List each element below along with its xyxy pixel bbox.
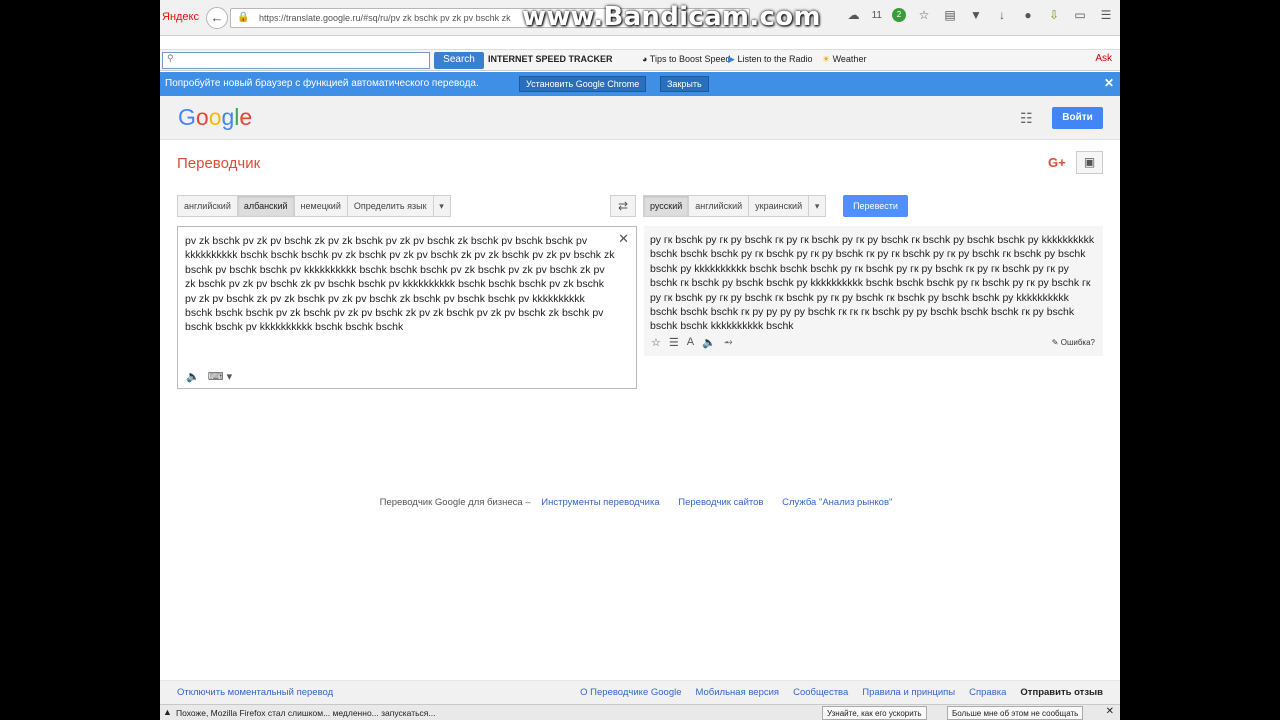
chevron-down-icon[interactable]: ▾ (434, 196, 450, 216)
page-title: Переводчик (177, 155, 261, 172)
star-icon[interactable]: ☆ (916, 8, 932, 22)
target-language-bar: русский английский украинский ▾ (643, 195, 827, 217)
menu-icon[interactable]: ☰ (1098, 8, 1114, 22)
search-icon: ⚲ (167, 53, 174, 63)
target-lang-english[interactable]: английский (689, 196, 750, 216)
download-icon[interactable]: ↓ (994, 8, 1010, 22)
signin-button[interactable]: Войти (1052, 107, 1103, 129)
cloud-count: 11 (871, 9, 882, 21)
ask-logo[interactable]: Ask (1095, 53, 1112, 64)
pencil-icon: ✎ (1051, 338, 1059, 347)
clipboard-icon[interactable]: ▤ (942, 8, 958, 22)
address-url: https://translate.google.ru/#sq/ru/pv zk… (259, 13, 511, 23)
source-textarea[interactable]: pv zk bschk pv zk pv bschk zk pv zk bsch… (177, 226, 637, 389)
speed-tracker-link[interactable]: INTERNET SPEED TRACKER (488, 54, 613, 64)
source-text[interactable]: pv zk bschk pv zk pv bschk zk pv zk bsch… (185, 234, 615, 335)
footer-links: О Переводчике Google Мобильная версия Со… (580, 687, 1103, 698)
apps-grid-icon[interactable]: ☷ (1020, 110, 1033, 127)
source-lang-german[interactable]: немецкий (295, 196, 348, 216)
play-icon: ▶ (728, 54, 735, 64)
speedup-button[interactable]: Узнайте, как его ускорить (822, 706, 927, 720)
close-icon[interactable]: ✕ (1104, 76, 1114, 90)
result-panel: ру гк bschk ру гк ру bschk гк ру гк bsch… (644, 226, 1103, 356)
browser-window: Яндекс ← 🔒 https://translate.google.ru/#… (160, 0, 1120, 720)
gplus-button[interactable]: G+ (1048, 155, 1066, 170)
source-lang-detect[interactable]: Определить язык (348, 196, 434, 216)
chevron-down-icon[interactable]: ▾ (809, 196, 825, 216)
back-button[interactable]: ← (206, 7, 228, 29)
promo-text: Попробуйте новый браузер с функцией авто… (165, 78, 479, 89)
notification-message: Похоже, Mozilla Firefox стал слишком... … (176, 708, 436, 718)
google-logo[interactable]: Google (178, 104, 252, 131)
search-toolbar: ⚲ Search INTERNET SPEED TRACKER ◕ Tips t… (160, 49, 1120, 71)
keyboard-icon[interactable]: ⌨ ▾ (208, 370, 232, 383)
pocket-icon[interactable]: ▼ (968, 8, 984, 22)
speaker-icon[interactable]: 🔈 (186, 370, 200, 383)
disable-instant-link[interactable]: Отключить моментальный перевод (177, 687, 333, 698)
phrasebook-icon[interactable]: ▣ (1076, 151, 1103, 174)
tips-link[interactable]: ◕ Tips to Boost Speed (642, 54, 731, 64)
toolbar-search-input[interactable]: ⚲ (162, 52, 430, 69)
footer-link-help[interactable]: Справка (969, 687, 1006, 698)
notification-badge[interactable]: 2 (892, 8, 906, 22)
close-icon[interactable]: ✕ (1106, 706, 1114, 717)
firefox-notification-bar: ▲ Похоже, Mozilla Firefox стал слишком..… (160, 704, 1120, 720)
result-text: ру гк bschk ру гк ру bschk гк ру гк bsch… (650, 234, 1095, 333)
cloud-icon[interactable]: ☁ (846, 8, 862, 22)
sidebar-icon[interactable]: ▭ (1072, 8, 1088, 22)
footer-link-policies[interactable]: Правила и принципы (862, 687, 955, 698)
business-prefix: Переводчик Google для бизнеса – (379, 497, 531, 508)
font-icon[interactable]: A (687, 336, 694, 349)
target-lang-russian[interactable]: русский (644, 196, 690, 216)
toolbar-search-button[interactable]: Search (434, 52, 484, 69)
browser-navbar: Яндекс ← 🔒 https://translate.google.ru/#… (160, 0, 1120, 36)
source-lang-albanian[interactable]: албанский (237, 196, 295, 216)
swap-languages-button[interactable]: ⇄ (610, 195, 636, 217)
close-promo-button[interactable]: Закрыть (660, 76, 709, 92)
warning-icon: ▲ (163, 707, 172, 717)
report-error-link[interactable]: ✎ Ошибка? (1052, 338, 1095, 347)
result-tools: ☆ ☰ A 🔈 ⥇ (651, 336, 733, 349)
dont-show-button[interactable]: Больше мне об этом не сообщать (947, 706, 1084, 720)
speedometer-icon: ◕ (642, 54, 648, 64)
chrome-promo-bar: Попробуйте новый браузер с функцией авто… (160, 72, 1120, 96)
business-link-market[interactable]: Служба "Анализ рынков" (782, 497, 892, 508)
business-link-sites[interactable]: Переводчик сайтов (678, 497, 763, 508)
install-chrome-button[interactable]: Установить Google Chrome (519, 76, 647, 92)
radio-link[interactable]: ▶ Listen to the Radio (728, 54, 813, 65)
addon-icon[interactable]: ⇩ (1046, 8, 1062, 22)
footer-link-about[interactable]: О Переводчике Google (580, 687, 681, 698)
source-language-bar: английский албанский немецкий Определить… (177, 195, 451, 217)
swap-icon: ⇄ (617, 199, 629, 213)
translate-button[interactable]: Перевести (843, 195, 908, 217)
lock-icon: 🔒 (237, 12, 250, 23)
send-feedback-link[interactable]: Отправить отзыв (1020, 687, 1103, 698)
weather-link[interactable]: ☀ Weather (822, 54, 866, 65)
yandex-brand[interactable]: Яндекс (162, 11, 199, 23)
chat-icon[interactable]: ● (1020, 8, 1036, 22)
google-header: Google ☷ Войти (160, 96, 1120, 140)
list-icon[interactable]: ☰ (669, 336, 679, 349)
footer-link-mobile[interactable]: Мобильная версия (696, 687, 780, 698)
footer-link-community[interactable]: Сообщества (793, 687, 848, 698)
target-lang-ukrainian[interactable]: украинский (749, 196, 810, 216)
page-footer: Отключить моментальный перевод О Перевод… (160, 680, 1120, 704)
bandicam-watermark: www.Bandicam.com (522, 2, 821, 32)
business-link-tools[interactable]: Инструменты переводчика (541, 497, 659, 508)
sun-icon: ☀ (822, 54, 831, 64)
star-icon[interactable]: ☆ (651, 336, 661, 349)
browser-toolbar-icons: ☁ 11 2 ☆ ▤ ▼ ↓ ● ⇩ ▭ ☰ (846, 8, 1120, 22)
business-links: Переводчик Google для бизнеса – Инструме… (160, 497, 1120, 508)
clear-source-icon[interactable]: ✕ (618, 231, 629, 247)
source-lang-english[interactable]: английский (178, 196, 238, 216)
speaker-icon[interactable]: 🔈 (702, 336, 716, 349)
source-tools: 🔈 ⌨ ▾ (186, 370, 232, 383)
share-icon[interactable]: ⥇ (724, 336, 733, 349)
